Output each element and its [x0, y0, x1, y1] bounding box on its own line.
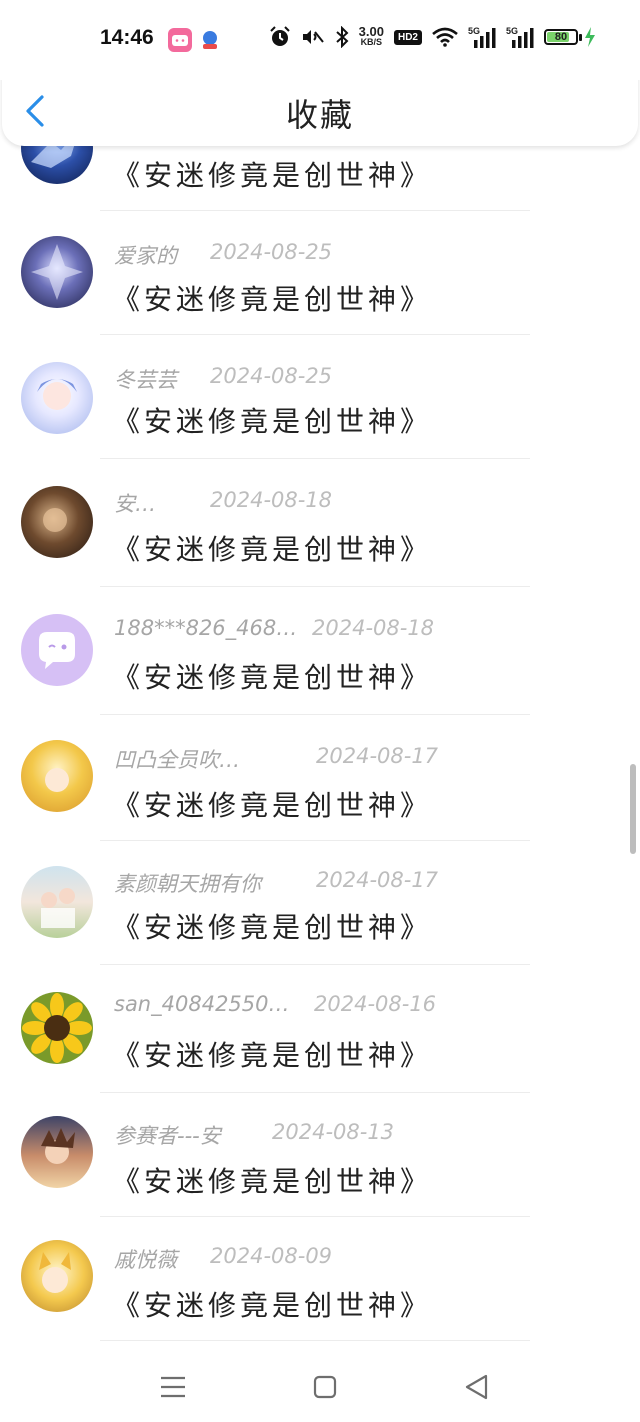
favorite-meta: 爱家的 2024-08-25 [114, 240, 332, 270]
battery-level: 80 [554, 31, 568, 43]
list-item[interactable]: 冬芸芸 2024-08-25 《安迷修竟是创世神》 [0, 336, 640, 462]
signal-2: 5G [506, 26, 534, 48]
list-item[interactable]: 爱家的 2024-08-25 《安迷修竟是创世神》 [0, 212, 640, 338]
page-title: 收藏 [285, 96, 354, 134]
network-speed-unit: KB/S [360, 37, 383, 47]
username[interactable]: 参赛者---安 [114, 1124, 221, 1148]
favorite-title[interactable]: 《安迷修竟是创世神》 [112, 400, 432, 440]
sunset-anime-avatar[interactable] [21, 1116, 93, 1188]
divider [100, 586, 530, 587]
anime-girl-avatar[interactable] [21, 362, 93, 434]
favorite-meta: 安… 2024-08-18 [114, 488, 332, 518]
chat-bubble-avatar[interactable] [21, 614, 93, 686]
date: 2024-08-16 [314, 992, 437, 1016]
menu-icon[interactable] [158, 1372, 188, 1402]
favorite-title[interactable]: 《安迷修竟是创世神》 [112, 1034, 432, 1074]
status-time: 14:46 [100, 26, 154, 49]
favorite-meta: 戚悦薇 2024-08-09 [114, 1244, 332, 1274]
date: 2024-08-17 [316, 744, 439, 768]
divider [100, 964, 530, 965]
username[interactable]: san_40842550… [114, 992, 290, 1016]
hd-badge: HD2 [393, 29, 422, 45]
scrollbar-thumb[interactable] [630, 764, 636, 854]
list-item[interactable]: 参赛者---安 2024-08-13 《安迷修竟是创世神》 [0, 1092, 640, 1218]
system-navigation-bar [0, 1356, 640, 1422]
username[interactable]: 安… [114, 492, 156, 516]
battery-icon: 80 [544, 29, 578, 45]
favorite-title[interactable]: 《安迷修竟是创世神》 [112, 1284, 432, 1324]
favorite-title[interactable]: 《安迷修竟是创世神》 [112, 1160, 432, 1200]
dark-anime-avatar[interactable] [21, 486, 93, 558]
blonde-anime-avatar[interactable] [21, 740, 93, 812]
app-notification-icon [198, 28, 222, 52]
battery-indicator: 80 [544, 27, 596, 47]
signal-bars-icon [512, 28, 534, 48]
favorite-meta: 素颜朝天拥有你 2024-08-17 [114, 868, 438, 898]
yellow-anime-avatar[interactable] [21, 1240, 93, 1312]
mute-icon [302, 30, 324, 44]
favorite-title[interactable]: 《安迷修竟是创世神》 [112, 784, 432, 824]
wifi-icon [432, 27, 458, 47]
list-item[interactable]: san_40842550… 2024-08-16 《安迷修竟是创世神》 [0, 966, 640, 1093]
date: 2024-08-09 [210, 1244, 333, 1268]
home-button[interactable] [310, 1372, 340, 1402]
network-speed-value: 3.00 [358, 24, 384, 39]
date: 2024-08-18 [210, 488, 333, 512]
battery-cap [579, 33, 582, 41]
favorite-title[interactable]: 《安迷修竟是创世神》 [112, 528, 432, 568]
signal-1: 5G [468, 26, 496, 48]
divider [100, 714, 530, 715]
mecha-avatar[interactable] [21, 236, 93, 308]
date: 2024-08-25 [210, 240, 333, 264]
menu-button[interactable] [158, 1372, 188, 1402]
divider [100, 458, 530, 459]
favorite-meta: 凹凸全员吹… 2024-08-17 [114, 744, 438, 774]
favorite-meta: san_40842550… 2024-08-16 [114, 992, 436, 1016]
date: 2024-08-17 [316, 868, 439, 892]
sunflower-avatar[interactable] [21, 992, 93, 1064]
network-speed: 3.00 KB/S [358, 24, 384, 47]
favorite-title[interactable]: 《安迷修竟是创世神》 [112, 656, 432, 696]
list-item[interactable]: 188***826_468… 2024-08-18 《安迷修竟是创世神》 [0, 588, 640, 715]
username[interactable]: 凹凸全员吹… [114, 748, 240, 772]
username[interactable]: 冬芸芸 [114, 368, 177, 392]
back-triangle-icon[interactable] [462, 1372, 492, 1402]
username[interactable]: 188***826_468… [114, 616, 297, 640]
favorite-title[interactable]: 《安迷修竟是创世神》 [112, 154, 432, 194]
favorite-meta: 188***826_468… 2024-08-18 [114, 616, 434, 640]
username[interactable]: 戚悦薇 [114, 1248, 177, 1272]
date: 2024-08-25 [210, 364, 333, 388]
back-nav-button[interactable] [462, 1372, 492, 1402]
divider [100, 1340, 530, 1341]
username[interactable]: 素颜朝天拥有你 [114, 872, 261, 896]
home-square-icon[interactable] [310, 1372, 340, 1402]
favorite-meta: 冬芸芸 2024-08-25 [114, 364, 332, 394]
date: 2024-08-18 [312, 616, 435, 640]
bluetooth-icon [336, 26, 349, 48]
favorite-title[interactable]: 《安迷修竟是创世神》 [112, 278, 432, 318]
list-item[interactable]: 戚悦薇 2024-08-09 《安迷修竟是创世神》 [0, 1216, 640, 1342]
header-bar: 收藏 [2, 70, 638, 146]
username[interactable]: 爱家的 [114, 244, 177, 268]
favorite-meta: 参赛者---安 2024-08-13 [114, 1120, 394, 1150]
status-bar: 14:46 3.00 KB/S HD2 5G 5G 80 [0, 0, 640, 80]
bilibili-app-icon [168, 28, 192, 52]
charging-bolt-icon [585, 27, 595, 47]
divider [100, 210, 530, 211]
alarm-icon [269, 26, 290, 46]
divider [100, 334, 530, 335]
date: 2024-08-13 [272, 1120, 395, 1144]
signal-bars-icon [474, 28, 496, 48]
photo-girls-avatar[interactable] [21, 866, 93, 938]
list-item[interactable]: 素颜朝天拥有你 2024-08-17 《安迷修竟是创世神》 [0, 840, 640, 966]
favorite-title[interactable]: 《安迷修竟是创世神》 [112, 906, 432, 946]
list-item[interactable]: 安… 2024-08-18 《安迷修竟是创世神》 [0, 460, 640, 587]
list-item[interactable]: 凹凸全员吹… 2024-08-17 《安迷修竟是创世神》 [0, 716, 640, 842]
